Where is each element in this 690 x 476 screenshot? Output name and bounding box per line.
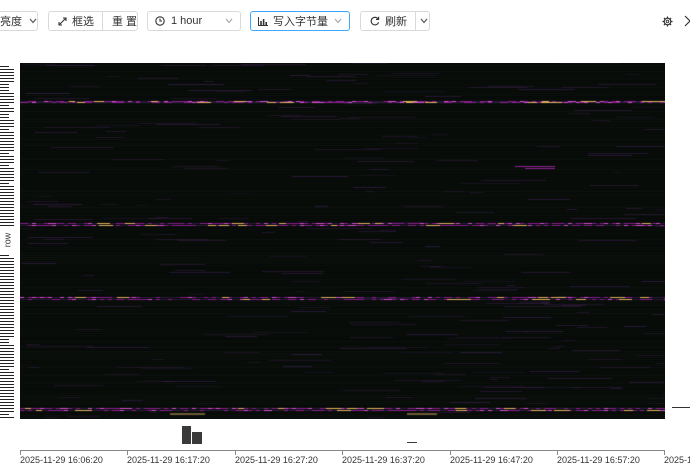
refresh-options-button[interactable] — [415, 12, 433, 30]
time-tick-label: 2025-11-29 16:17:20 — [127, 455, 210, 465]
settings-gear-icon[interactable] — [662, 16, 673, 30]
chevron-down-icon — [225, 18, 233, 24]
overview-bar — [407, 442, 417, 443]
refresh-button[interactable]: 刷新 — [361, 12, 415, 30]
time-tick-label: 2025-11-29 16:57:20 — [557, 455, 640, 465]
bar-chart-icon — [258, 16, 268, 26]
select-label: 框选 — [72, 16, 94, 28]
brightness-dropdown[interactable]: 亮度 — [0, 11, 38, 31]
reset-label: 重 置 — [112, 16, 138, 28]
time-tick-label: 2025-11-29 16:06:20 — [20, 455, 103, 465]
refresh-group: 刷新 — [360, 11, 430, 31]
overview-bar — [192, 432, 202, 444]
toolbar: 亮度 框选 重 置 1 hour 写入字节量 刷新 — [0, 11, 690, 33]
select-reset-group: 框选 重 置 — [48, 11, 138, 31]
chevron-down-icon — [420, 18, 428, 24]
time-tick-label: 2025-11-29 16:37:20 — [342, 455, 425, 465]
metric-select[interactable]: 写入字节量 — [250, 11, 350, 31]
time-axis: 2025-11-29 16:06:20 2025-11-29 16:17:20 … — [20, 450, 690, 470]
time-tick-label: 2025-11-29 16:27:20 — [235, 455, 318, 465]
time-tick-label: 2025-1 — [664, 455, 690, 465]
chevron-down-icon — [29, 18, 37, 24]
refresh-icon — [370, 16, 380, 26]
metric-value: 写入字节量 — [273, 16, 328, 28]
time-overview[interactable] — [20, 420, 665, 448]
time-range-value: 1 hour — [171, 15, 203, 27]
time-range-select[interactable]: 1 hour — [147, 11, 241, 31]
more-icon[interactable] — [684, 15, 690, 30]
overview-bar — [182, 426, 191, 444]
time-tick-label: 2025-11-29 16:47:20 — [450, 455, 533, 465]
refresh-label: 刷新 — [385, 16, 407, 28]
heatmap-area[interactable] — [20, 63, 665, 419]
row-axis-label-text: row — [2, 232, 13, 248]
reset-button[interactable]: 重 置 — [102, 12, 146, 30]
select-button[interactable]: 框选 — [49, 12, 102, 30]
clock-icon — [155, 16, 165, 26]
row-axis-label: row — [0, 229, 14, 251]
chevron-down-icon — [334, 18, 342, 24]
expand-arrows-icon — [58, 16, 67, 26]
heatmap-canvas[interactable] — [20, 63, 665, 419]
brightness-label: 亮度 — [0, 16, 22, 28]
scale-marker — [672, 407, 690, 408]
